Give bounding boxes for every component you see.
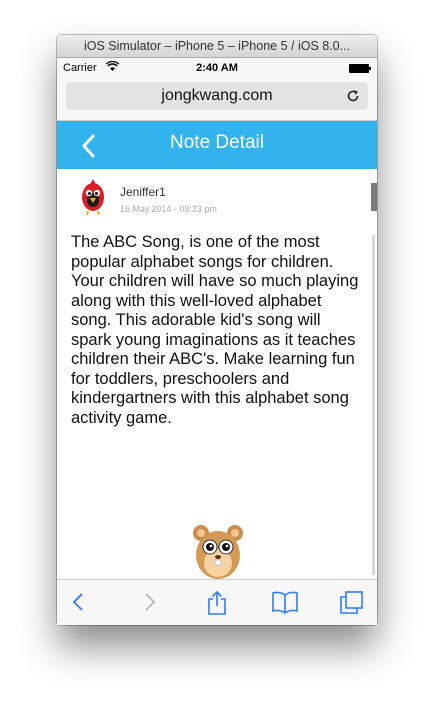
status-time: 2:40 AM: [196, 62, 238, 74]
browser-toolbar: [57, 579, 377, 625]
forward-button[interactable]: [129, 580, 169, 625]
scrollbar-track[interactable]: [372, 235, 375, 575]
address-bar-container: jongkwang.com: [57, 78, 377, 121]
note-content: Jeniffer1 16.May.2014 - 09:23 pm The ABC…: [57, 169, 377, 579]
cardinal-avatar-icon: [82, 179, 104, 216]
tabs-icon: [340, 591, 363, 614]
note-author: Jeniffer1: [120, 185, 166, 199]
url-text: jongkwang.com: [161, 87, 273, 104]
note-body: The ABC Song, is one of the most popular…: [71, 233, 359, 427]
back-button[interactable]: [59, 580, 99, 625]
bookmarks-button[interactable]: [263, 580, 303, 625]
status-bar: Carrier 2:40 AM: [57, 58, 377, 78]
battery-icon: [349, 64, 371, 73]
address-bar[interactable]: jongkwang.com: [66, 82, 368, 110]
tabs-button[interactable]: [329, 580, 369, 625]
back-icon: [72, 593, 83, 611]
navigation-bar: Note Detail: [57, 121, 377, 169]
reload-icon[interactable]: [346, 89, 360, 103]
share-button[interactable]: [197, 580, 237, 625]
page-title: Note Detail: [170, 132, 264, 153]
simulator-window: iOS Simulator – iPhone 5 – iPhone 5 / iO…: [57, 35, 377, 625]
hamster-mascot-icon: [193, 525, 243, 579]
scrollbar-thumb[interactable]: [371, 183, 377, 211]
forward-icon: [145, 593, 156, 611]
note-date: 16.May.2014 - 09:23 pm: [120, 204, 217, 214]
share-icon: [208, 590, 226, 615]
bookmarks-icon: [272, 591, 298, 614]
window-title: iOS Simulator – iPhone 5 – iPhone 5 / iO…: [57, 35, 377, 58]
